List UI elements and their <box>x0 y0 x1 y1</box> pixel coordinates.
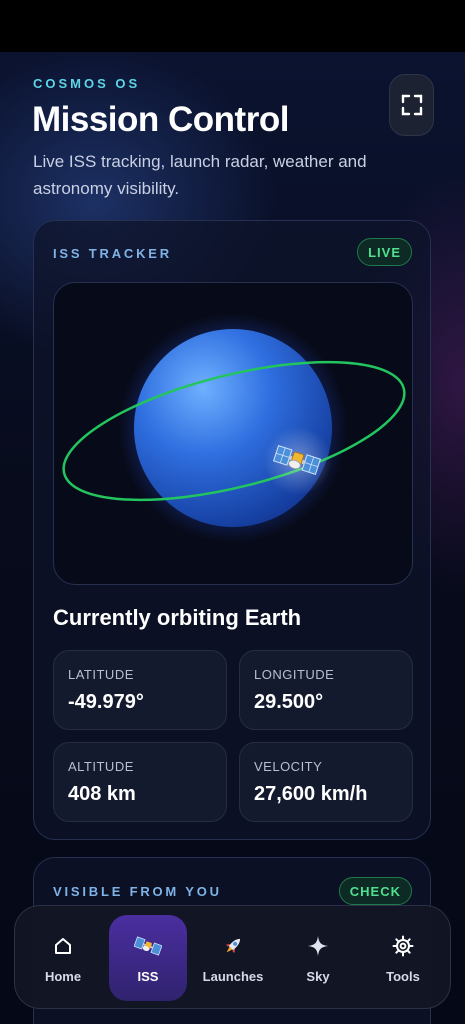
home-icon <box>53 932 73 960</box>
stat-label: ALTITUDE <box>68 759 134 774</box>
sparkle-icon <box>307 932 329 960</box>
tab-label: ISS <box>137 969 159 984</box>
tab-home[interactable]: Home <box>24 915 102 1001</box>
tab-label: Home <box>44 969 82 984</box>
check-button[interactable]: CHECK <box>338 877 412 905</box>
fullscreen-icon <box>401 94 422 116</box>
stat-longitude: LONGITUDE 29.500° <box>239 650 413 730</box>
stat-value: 408 km <box>68 783 136 805</box>
satellite-icon <box>134 932 162 960</box>
stat-latitude: LATITUDE -49.979° <box>53 650 227 730</box>
stat-value: 29.500° <box>254 691 324 713</box>
page-subtitle: Live ISS tracking, launch radar, weather… <box>33 152 367 198</box>
tab-label: Sky <box>306 969 330 984</box>
orbit-visualization <box>53 282 413 585</box>
app-screen: COSMOS OS Mission Control Live ISS track… <box>0 52 465 1024</box>
tab-label: Launches <box>202 969 264 984</box>
tab-tools[interactable]: Tools <box>364 915 442 1001</box>
stat-velocity: VELOCITY 27,600 km/h <box>239 742 413 822</box>
stat-label: LONGITUDE <box>254 667 335 682</box>
iss-tracker-card: ISS TRACKER LIVE Currently orbiting Eart… <box>33 220 431 840</box>
live-badge: LIVE <box>357 238 412 266</box>
tab-label: Tools <box>386 969 420 984</box>
stat-label: LATITUDE <box>68 667 134 682</box>
orbit-status-heading: Currently orbiting Earth <box>53 605 302 630</box>
stat-value: 27,600 km/h <box>254 783 368 805</box>
fullscreen-button[interactable] <box>389 74 434 136</box>
tab-iss[interactable]: ISS <box>109 915 187 1001</box>
rocket-icon <box>221 932 245 960</box>
tab-launches[interactable]: Launches <box>194 915 272 1001</box>
page-title: Mission Control <box>32 100 289 139</box>
bottom-tab-bar: Home ISS Launches Sky Tools <box>14 905 451 1009</box>
stat-value: -49.979° <box>68 691 144 713</box>
visible-from-you-kicker: VISIBLE FROM YOU <box>53 884 222 899</box>
gear-icon <box>392 932 414 960</box>
tab-sky[interactable]: Sky <box>279 915 357 1001</box>
iss-tracker-kicker: ISS TRACKER <box>53 246 172 261</box>
stat-altitude: ALTITUDE 408 km <box>53 742 227 822</box>
app-kicker: COSMOS OS <box>33 76 141 91</box>
stat-label: VELOCITY <box>254 759 323 774</box>
